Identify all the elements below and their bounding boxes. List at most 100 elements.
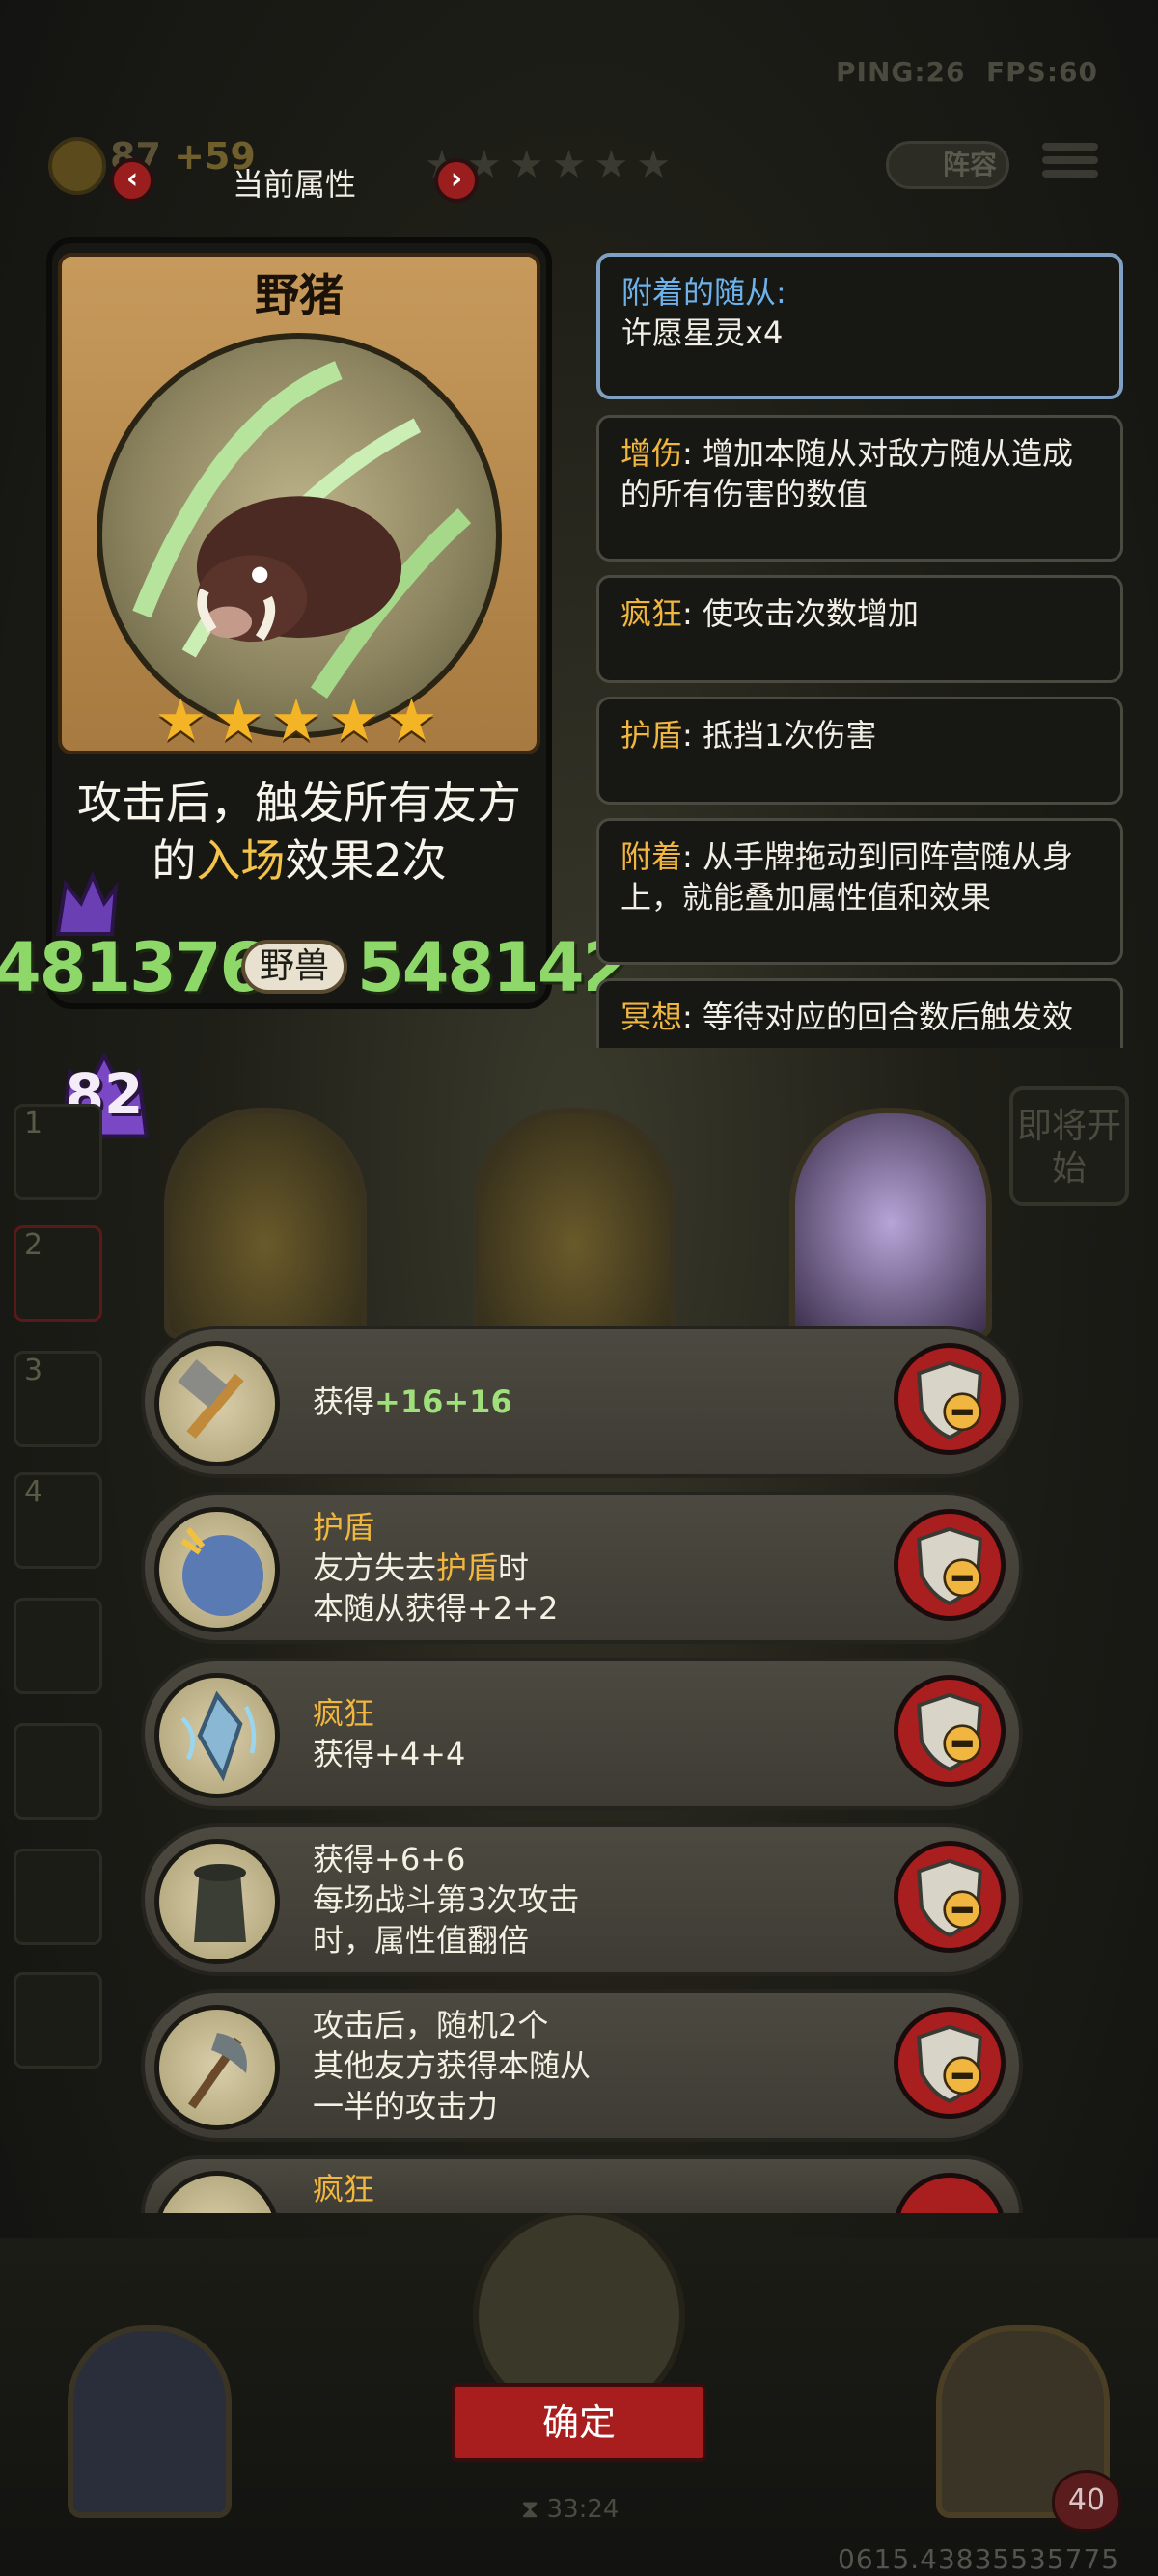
enchant-item-4[interactable]: 获得+6+6 每场战斗第3次攻击 时，属性值翻倍 bbox=[141, 1823, 1023, 1976]
enchant-item-3[interactable]: 疯狂 获得+4+4 bbox=[141, 1658, 1023, 1810]
side-slot-6[interactable] bbox=[14, 1723, 102, 1820]
coin-icon bbox=[48, 137, 106, 195]
remove-enchant-button[interactable] bbox=[894, 1675, 1006, 1787]
claw-icon bbox=[154, 2171, 280, 2213]
side-slot-5[interactable] bbox=[14, 1598, 102, 1694]
enchant-text: 攻击后，随机2个 其他友方获得本随从 一半的攻击力 bbox=[313, 1993, 591, 2138]
keyword-panel-damage-boost: 增伤: 增加本随从对敌方随从造成的所有伤害的数值 bbox=[596, 415, 1123, 562]
keyword-key: 附着 bbox=[620, 838, 683, 875]
side-slot-7[interactable] bbox=[14, 1849, 102, 1945]
enchant-line: 一半的攻击力 bbox=[313, 2088, 499, 2124]
confirm-button[interactable]: 确定 bbox=[452, 2383, 706, 2462]
keyword-text: : 增加本随从对敌方随从造成的所有伤害的数值 bbox=[620, 435, 1073, 512]
side-slot-3[interactable]: 3 bbox=[14, 1351, 102, 1447]
keyword-text: : 等待对应的回合数后触发效 bbox=[682, 999, 1073, 1035]
enchant-text: 护盾 友方失去护盾时 本随从获得+2+2 bbox=[313, 1495, 558, 1640]
shield-minus-icon bbox=[917, 1526, 982, 1605]
shield-minus-icon bbox=[917, 1360, 982, 1439]
portal-slot-3 bbox=[789, 1108, 992, 1339]
shield-minus-icon bbox=[917, 1858, 982, 1937]
attribute-title: 当前属性 bbox=[232, 166, 356, 203]
enchant-text: 疯狂 获得+4+4 bbox=[313, 1661, 465, 1806]
portal-slot-1 bbox=[164, 1108, 367, 1339]
boar-icon bbox=[132, 361, 472, 699]
hammer-icon bbox=[154, 1341, 280, 1466]
crystal-icon bbox=[154, 1673, 280, 1798]
enchant-name: 疯狂 bbox=[313, 1695, 375, 1732]
enchant-line: 时 bbox=[498, 1549, 530, 1586]
lineup-label: 阵容 bbox=[943, 149, 998, 180]
enchant-text: 疯狂 bbox=[313, 2169, 374, 2209]
minion-description: 攻击后，触发所有友方的入场效果2次 bbox=[69, 774, 529, 890]
prev-arrow-button[interactable]: ‹ bbox=[110, 158, 154, 203]
enchant-line: 友方失去 bbox=[313, 1549, 437, 1586]
enchant-item-1[interactable]: 获得+16+16 bbox=[141, 1326, 1023, 1478]
enchant-keyword: 护盾 bbox=[436, 1549, 499, 1586]
enchant-line: 获得 bbox=[313, 1384, 375, 1420]
keyword-panel-frenzy: 疯狂: 使攻击次数增加 bbox=[596, 575, 1123, 683]
keyword-text: : 使攻击次数增加 bbox=[682, 595, 919, 632]
cloak-figure-icon bbox=[154, 1839, 280, 1964]
desc-suffix: 效果2次 bbox=[285, 835, 447, 887]
keyword-key: 附着的随从: bbox=[621, 274, 786, 311]
enchant-item-2[interactable]: 护盾 友方失去护盾时 本随从获得+2+2 bbox=[141, 1492, 1023, 1644]
health-value: 548142 bbox=[357, 928, 629, 1007]
timer-text: 33:24 bbox=[546, 2495, 620, 2524]
next-arrow-button[interactable]: › bbox=[434, 158, 479, 203]
side-slot-2[interactable]: 2 bbox=[14, 1225, 102, 1322]
minion-name: 野猪 bbox=[255, 269, 344, 321]
remove-enchant-button[interactable] bbox=[894, 1841, 1006, 1953]
side-slot-8[interactable] bbox=[14, 1972, 102, 2069]
side-slot-1[interactable]: 1 bbox=[14, 1104, 102, 1200]
remove-enchant-button[interactable] bbox=[894, 1509, 1006, 1621]
fps-text: FPS:60 bbox=[986, 56, 1099, 88]
attribute-header: ‹ 当前属性 › bbox=[106, 154, 482, 208]
enchant-line: 每场战斗第3次攻击 bbox=[313, 1881, 580, 1918]
enchant-text: 获得+16+16 bbox=[313, 1329, 512, 1474]
shield-minus-icon bbox=[917, 1692, 982, 1771]
axe-icon bbox=[154, 2005, 280, 2130]
enchant-item-5[interactable]: 攻击后，随机2个 其他友方获得本随从 一半的攻击力 bbox=[141, 1989, 1023, 2142]
enchant-line: 攻击后，随机2个 bbox=[313, 2007, 549, 2043]
keyword-panel-meditate: 冥想: 等待对应的回合数后触发效 bbox=[596, 978, 1123, 1048]
remove-enchant-button[interactable] bbox=[894, 2173, 1006, 2213]
keyword-key: 冥想 bbox=[620, 999, 683, 1035]
enchant-line: 获得+6+6 bbox=[313, 1841, 466, 1877]
round-timer: ⧗ 33:24 bbox=[521, 2495, 620, 2524]
lineup-button[interactable]: 阵容 bbox=[886, 141, 1009, 189]
menu-icon[interactable] bbox=[1042, 137, 1098, 193]
enchant-name: 护盾 bbox=[313, 1509, 375, 1546]
enchant-name: 疯狂 bbox=[313, 2171, 375, 2207]
keyword-panel-attached: 附着的随从: 许愿星灵x4 bbox=[596, 253, 1123, 399]
keyword-key: 疯狂 bbox=[620, 595, 683, 632]
slot-number: 2 bbox=[24, 1228, 43, 1262]
remove-enchant-button[interactable] bbox=[894, 1343, 1006, 1455]
build-version: 0615.43835535775 bbox=[838, 2543, 1120, 2575]
slot-number: 4 bbox=[24, 1475, 43, 1509]
remove-enchant-button[interactable] bbox=[894, 2007, 1006, 2119]
shield-minus-icon bbox=[917, 2024, 982, 2103]
enchant-line: 获得+4+4 bbox=[313, 1736, 466, 1772]
enchant-line: 其他友方获得本随从 bbox=[313, 2047, 592, 2084]
keyword-text: 许愿星灵x4 bbox=[621, 315, 784, 351]
minion-stars: ★★★★★ bbox=[154, 687, 444, 754]
keyword-panel-attach: 附着: 从手牌拖动到同阵营随从身上，就能叠加属性值和效果 bbox=[596, 818, 1123, 965]
enchant-line: 本随从获得+2+2 bbox=[313, 1590, 559, 1627]
health-badge: 40 bbox=[1052, 2470, 1121, 2532]
ping-text: PING:26 bbox=[836, 56, 966, 88]
network-stats: PING:26 FPS:60 bbox=[836, 56, 1098, 88]
shield-orb-icon bbox=[154, 1507, 280, 1632]
keyword-panel-shield: 护盾: 抵挡1次伤害 bbox=[596, 697, 1123, 805]
enchant-line: 时，属性值翻倍 bbox=[313, 1922, 530, 1959]
portal-slot-2 bbox=[473, 1108, 676, 1339]
boar-portrait bbox=[96, 333, 502, 738]
enchant-values: +16+16 bbox=[374, 1384, 512, 1420]
attack-value: 481376 bbox=[0, 928, 266, 1007]
keyword-text: : 抵挡1次伤害 bbox=[682, 717, 877, 754]
tribe-badge: 野兽 bbox=[241, 940, 347, 994]
start-button[interactable]: 即将开始 bbox=[1009, 1086, 1129, 1206]
keyword-key: 护盾 bbox=[620, 717, 683, 754]
enchant-item-6[interactable]: 疯狂 bbox=[141, 2155, 1023, 2213]
side-slot-4[interactable]: 4 bbox=[14, 1472, 102, 1569]
enchant-text: 获得+6+6 每场战斗第3次攻击 时，属性值翻倍 bbox=[313, 1827, 579, 1972]
